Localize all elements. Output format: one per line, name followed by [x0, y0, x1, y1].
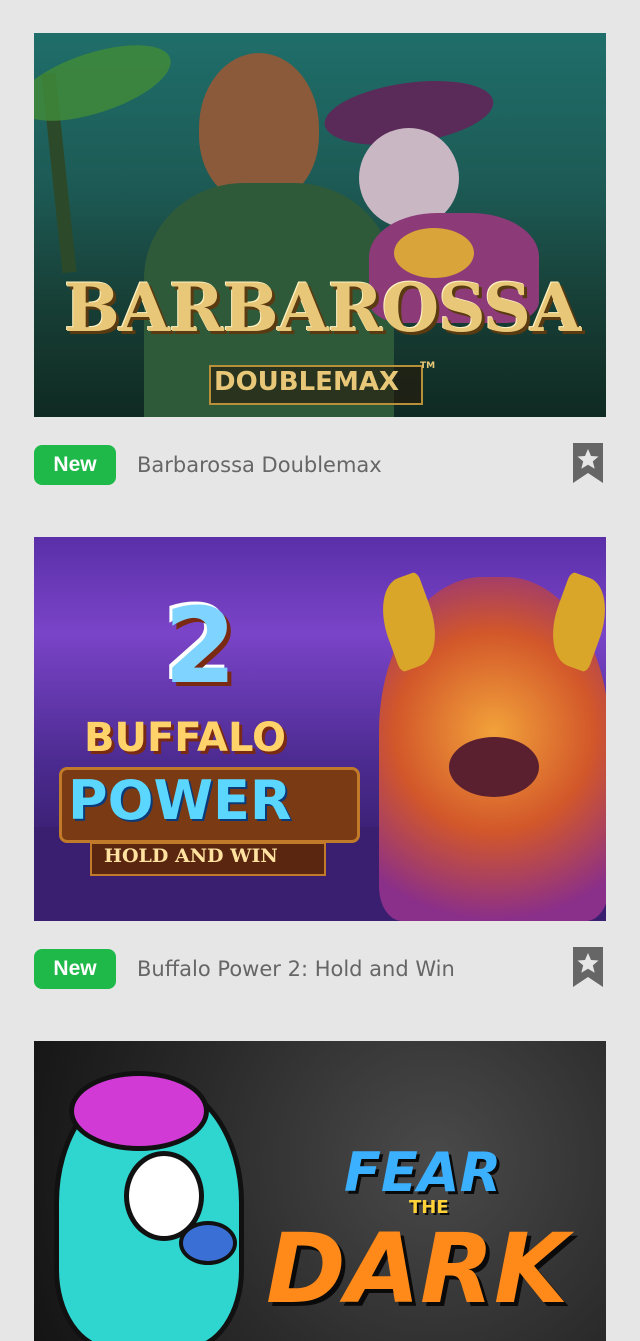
games-list: BARBAROSSA DOUBLEMAX TM New Barbarossa D… [0, 0, 640, 1341]
game-title[interactable]: Barbarossa Doublemax [137, 447, 382, 483]
game-info-row: New Barbarossa Doublemax [34, 417, 606, 513]
bookmark-star-icon[interactable] [570, 945, 606, 989]
game-logo-title: FEAR [344, 1141, 502, 1204]
pirate-captain-head [199, 53, 319, 203]
game-logo-title: BUFFALO [84, 715, 287, 761]
new-badge: New [34, 445, 116, 485]
buffalo-nose [449, 737, 539, 797]
game-title[interactable]: Buffalo Power 2: Hold and Win [137, 951, 455, 987]
game-thumbnail[interactable]: 2 BUFFALO POWER HOLD AND WIN [34, 537, 606, 921]
game-logo-tagline: HOLD AND WIN [104, 845, 278, 867]
game-thumbnail[interactable]: BARBAROSSA DOUBLEMAX TM [34, 33, 606, 417]
zombie-nose [179, 1221, 237, 1265]
new-badge: New [34, 949, 116, 989]
game-thumbnail[interactable]: FEAR THE DARK [34, 1041, 606, 1341]
game-card: 2 BUFFALO POWER HOLD AND WIN New Buffalo… [34, 537, 606, 1017]
palm-leaves [34, 33, 180, 137]
game-card: FEAR THE DARK [34, 1041, 606, 1341]
zombie-brain [69, 1071, 209, 1151]
trademark-mark: TM [420, 361, 436, 371]
game-logo-title: BARBAROSSA [64, 269, 581, 347]
game-logo-number: 2 [164, 585, 237, 707]
game-logo-subtitle: POWER [68, 769, 292, 832]
bookmark-star-icon[interactable] [570, 441, 606, 485]
game-logo-subtitle: DOUBLEMAX [214, 367, 399, 397]
game-info-row: New Buffalo Power 2: Hold and Win [34, 921, 606, 1017]
game-card: BARBAROSSA DOUBLEMAX TM New Barbarossa D… [34, 33, 606, 513]
game-logo-subtitle: DARK [266, 1213, 569, 1325]
